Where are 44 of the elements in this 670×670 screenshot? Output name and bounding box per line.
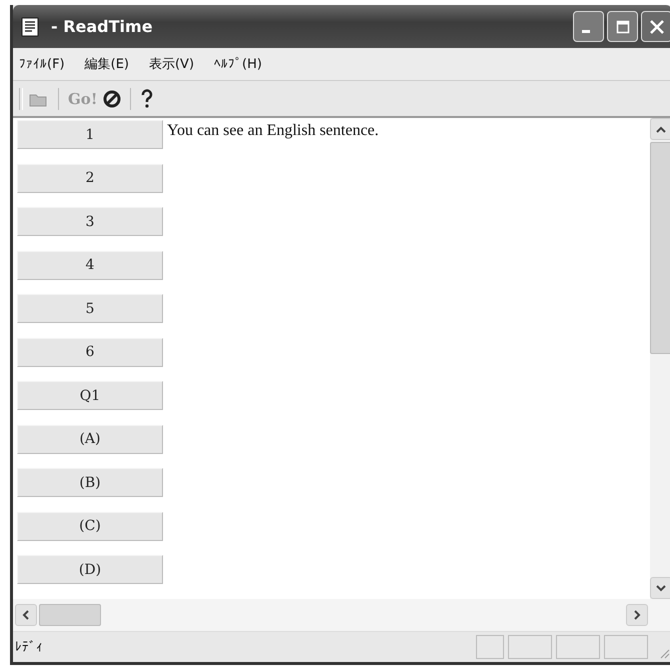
close-icon xyxy=(648,18,664,34)
scroll-down-button[interactable] xyxy=(650,577,670,599)
row-header[interactable]: 5 xyxy=(17,294,163,324)
status-pane xyxy=(556,635,600,659)
row-header[interactable]: (A) xyxy=(17,424,163,454)
sentence-text: You can see an English sentence. xyxy=(167,122,379,139)
scroll-thumb[interactable] xyxy=(650,142,670,354)
row-header[interactable]: 2 xyxy=(17,164,163,193)
menu-item[interactable]: ﾍﾙﾌﾟ(H) xyxy=(214,56,262,72)
vertical-scrollbar[interactable] xyxy=(650,118,670,599)
scroll-up-button[interactable] xyxy=(650,118,670,140)
scroll-thumb[interactable] xyxy=(39,604,101,626)
maximize-button[interactable] xyxy=(607,11,638,42)
document-icon xyxy=(21,16,39,36)
scroll-left-button[interactable] xyxy=(15,604,37,626)
scroll-right-button[interactable] xyxy=(626,604,648,626)
close-button[interactable] xyxy=(641,11,670,42)
status-pane xyxy=(476,635,504,659)
row-header[interactable]: 3 xyxy=(17,207,163,236)
status-text: ﾚﾃﾞｨ xyxy=(15,640,43,654)
row-header[interactable]: (D) xyxy=(17,555,163,584)
menu-item[interactable]: 編集(E) xyxy=(84,55,129,73)
chevron-left-icon xyxy=(22,609,30,621)
maximize-icon xyxy=(616,20,630,34)
menu-item[interactable]: 表示(V) xyxy=(148,55,194,73)
minimize-icon xyxy=(582,30,590,33)
chevron-up-icon xyxy=(655,125,667,133)
help-icon[interactable] xyxy=(140,88,154,108)
menu-item[interactable]: ﾌｧｲﾙ(F) xyxy=(19,56,65,72)
row-header[interactable]: Q1 xyxy=(17,381,163,410)
row-header[interactable]: 1 xyxy=(17,120,163,149)
status-pane xyxy=(604,635,648,659)
row-header[interactable]: (B) xyxy=(17,468,163,498)
window-title: - ReadTime xyxy=(51,17,153,36)
row-header[interactable]: 4 xyxy=(17,250,163,280)
row-header[interactable]: 6 xyxy=(17,338,163,367)
chevron-right-icon xyxy=(633,609,641,621)
minimize-button[interactable] xyxy=(573,11,604,42)
row-header[interactable]: (C) xyxy=(17,512,163,541)
stop-icon[interactable] xyxy=(103,90,122,108)
resize-grip-icon xyxy=(658,647,670,659)
horizontal-scrollbar[interactable] xyxy=(13,599,670,632)
status-pane xyxy=(508,635,552,659)
chevron-down-icon xyxy=(655,584,667,592)
